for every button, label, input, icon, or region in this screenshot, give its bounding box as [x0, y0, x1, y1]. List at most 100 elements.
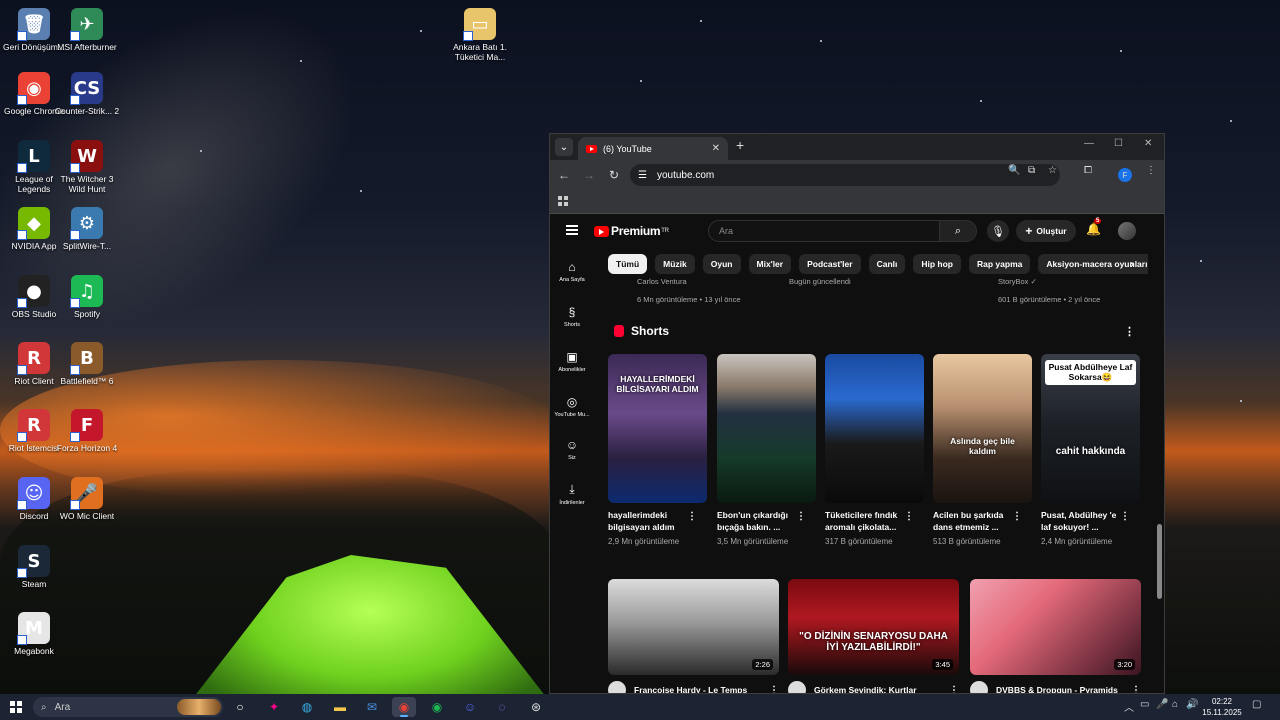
- cast-icon[interactable]: ⧉: [1028, 165, 1035, 176]
- filter-chip[interactable]: Tümü: [608, 254, 648, 274]
- network-icon[interactable]: ⌂: [1172, 699, 1178, 710]
- reload-button[interactable]: ↻: [603, 168, 625, 182]
- voice-search-button[interactable]: 🎙: [987, 220, 1009, 242]
- desktop-icon[interactable]: B Battlefield™ 6: [56, 342, 118, 404]
- discord-taskbar-icon[interactable]: ☺: [458, 697, 482, 717]
- profile-avatar[interactable]: F: [1118, 168, 1132, 182]
- taskbar-search[interactable]: ⌕ Ara: [33, 697, 223, 717]
- video-card[interactable]: 3:20 DVBBS & Dropgun - Pyramids ⋮: [970, 579, 1141, 694]
- volume-icon[interactable]: 🔊: [1186, 699, 1198, 710]
- filter-chip[interactable]: Hip hop: [913, 254, 961, 274]
- desktop-icon[interactable]: M Megabonk: [3, 612, 65, 674]
- search-button[interactable]: ⌕: [939, 220, 977, 242]
- desktop-icon[interactable]: ⚙ SplitWire-T...: [56, 207, 118, 269]
- task-view-icon[interactable]: ○: [228, 697, 252, 717]
- desktop-icon[interactable]: S Steam: [3, 545, 65, 607]
- short-thumbnail[interactable]: Aslında geç bile kaldım: [933, 354, 1032, 503]
- video-card[interactable]: 2:26 Françoise Hardy - Le Temps ⋮: [608, 579, 779, 694]
- scrollbar-thumb[interactable]: [1157, 524, 1162, 599]
- address-bar[interactable]: ☰ youtube.com: [630, 164, 1060, 186]
- video-title[interactable]: DVBBS & Dropgun - Pyramids: [996, 685, 1118, 693]
- short-thumbnail[interactable]: [825, 354, 924, 503]
- sidebar-item[interactable]: § Shorts: [550, 305, 594, 328]
- chips-next-icon[interactable]: ›: [1130, 257, 1134, 271]
- sidebar-item[interactable]: ⌂ Ana Sayfa: [550, 260, 594, 283]
- desktop-icon[interactable]: F Forza Horizon 4: [56, 409, 118, 471]
- video-more-icon[interactable]: ⋮: [769, 685, 779, 694]
- short-card[interactable]: Tüketicilere fındık aromalı çikolata... 3…: [825, 354, 924, 546]
- video-title[interactable]: Françoise Hardy - Le Temps: [634, 685, 747, 693]
- filter-chip[interactable]: Oyun: [702, 254, 741, 274]
- spotify-taskbar-icon[interactable]: ◉: [425, 697, 449, 717]
- short-title[interactable]: Acilen bu şarkıda dans etmemiz ...: [933, 509, 1018, 533]
- hamburger-menu-icon[interactable]: [566, 225, 578, 235]
- close-window-button[interactable]: ✕: [1144, 138, 1152, 149]
- short-thumbnail[interactable]: cahit hakkında Pusat Abdülheye Laf Sokars…: [1041, 354, 1140, 503]
- sidebar-item[interactable]: ⤓ İndirilenler: [550, 482, 594, 506]
- video-thumbnail[interactable]: 3:20: [970, 579, 1141, 675]
- filter-chip[interactable]: Müzik: [655, 254, 695, 274]
- short-more-icon[interactable]: ⋮: [904, 511, 914, 522]
- file-explorer-icon[interactable]: ▬: [328, 697, 352, 717]
- start-button[interactable]: [10, 701, 22, 713]
- sidebar-item[interactable]: ▣ Abonelikler: [550, 350, 594, 373]
- microphone-tray-icon[interactable]: 🎤: [1156, 699, 1168, 710]
- copilot-icon[interactable]: ✦: [262, 697, 286, 717]
- short-title[interactable]: Ebon'un çıkardığı bıçağa bakın. ...: [717, 509, 802, 533]
- apps-grid-icon[interactable]: [558, 196, 568, 206]
- video-card[interactable]: "O DİZİNİN SENARYOSU DAHA İYİ YAZILABİLİ…: [788, 579, 959, 694]
- filter-chip[interactable]: Mix'ler: [748, 254, 792, 274]
- video-thumbnail[interactable]: "O DİZİNİN SENARYOSU DAHA İYİ YAZILABİLİ…: [788, 579, 959, 675]
- filter-chip[interactable]: Rap yapma: [969, 254, 1031, 274]
- outlook-icon[interactable]: ✉: [360, 697, 384, 717]
- channel-avatar[interactable]: [608, 681, 626, 693]
- clock[interactable]: 02:22 15.11.2025: [1200, 696, 1244, 718]
- short-thumbnail[interactable]: [717, 354, 816, 503]
- menu-icon[interactable]: ⋮: [1146, 165, 1156, 176]
- short-title[interactable]: Pusat, Abdülhey 'e laf sokuyor! ...: [1041, 509, 1126, 533]
- desktop-icon[interactable]: W The Witcher 3 Wild Hunt: [56, 140, 118, 202]
- edge-icon[interactable]: ◍: [295, 697, 319, 717]
- tab-youtube[interactable]: (6) YouTube ✕: [578, 137, 728, 160]
- shorts-more-icon[interactable]: ⋮: [1124, 325, 1135, 338]
- short-card[interactable]: Aslında geç bile kaldım Acilen bu şarkıda…: [933, 354, 1032, 546]
- video-more-icon[interactable]: ⋮: [949, 685, 959, 694]
- short-more-icon[interactable]: ⋮: [687, 511, 697, 522]
- short-more-icon[interactable]: ⋮: [1120, 511, 1130, 522]
- short-title[interactable]: Tüketicilere fındık aromalı çikolata...: [825, 509, 910, 533]
- desktop-icon[interactable]: ✈ MSI Afterburner: [56, 8, 118, 70]
- filter-chip[interactable]: Canlı: [868, 254, 906, 274]
- app-taskbar-icon[interactable]: ◌: [490, 697, 514, 717]
- close-tab-icon[interactable]: ✕: [712, 143, 720, 154]
- tray-overflow-icon[interactable]: ︿: [1124, 699, 1134, 714]
- sidebar-item[interactable]: ◎ YouTube Mu...: [550, 395, 594, 418]
- sidebar-item[interactable]: ☺ Siz: [550, 438, 594, 461]
- tab-search-button[interactable]: ⌄: [555, 138, 573, 156]
- channel-avatar[interactable]: [788, 681, 806, 693]
- video-more-icon[interactable]: ⋮: [1131, 685, 1141, 694]
- desktop-icon[interactable]: 🎤 WO Mic Client: [56, 477, 118, 539]
- filter-chip[interactable]: Podcast'ler: [799, 254, 861, 274]
- channel-avatar[interactable]: [970, 681, 988, 693]
- desktop-icon[interactable]: CS Counter-Strik... 2: [55, 72, 119, 134]
- extensions-icon[interactable]: ⧠: [1084, 165, 1092, 176]
- back-button[interactable]: ←: [553, 168, 575, 182]
- short-more-icon[interactable]: ⋮: [796, 511, 806, 522]
- short-card[interactable]: Ebon'un çıkardığı bıçağa bakın. ... 3,5 M…: [717, 354, 816, 546]
- chrome-taskbar-icon[interactable]: ◉: [392, 697, 416, 717]
- maximize-button[interactable]: ☐: [1114, 138, 1123, 149]
- video-title[interactable]: Görkem Sevindik: Kurtlar: [814, 685, 917, 693]
- forward-button[interactable]: →: [578, 168, 600, 182]
- short-title[interactable]: hayallerimdeki bilgisayarı aldım: [608, 509, 693, 533]
- bookmark-star-icon[interactable]: ☆: [1048, 165, 1057, 176]
- minimize-button[interactable]: —: [1084, 138, 1094, 149]
- tray-app-icon[interactable]: ▭: [1140, 699, 1149, 710]
- short-card[interactable]: cahit hakkında Pusat Abdülheye Laf Sokars…: [1041, 354, 1140, 546]
- account-avatar[interactable]: [1118, 222, 1136, 240]
- create-button[interactable]: + Oluştur: [1016, 220, 1076, 242]
- short-more-icon[interactable]: ⋮: [1012, 511, 1022, 522]
- zoom-icon[interactable]: 🔍: [1008, 165, 1020, 176]
- youtube-logo[interactable]: Premium TR: [594, 224, 669, 238]
- desktop-icon[interactable]: ♫ Spotify: [56, 275, 118, 337]
- video-thumbnail[interactable]: 2:26: [608, 579, 779, 675]
